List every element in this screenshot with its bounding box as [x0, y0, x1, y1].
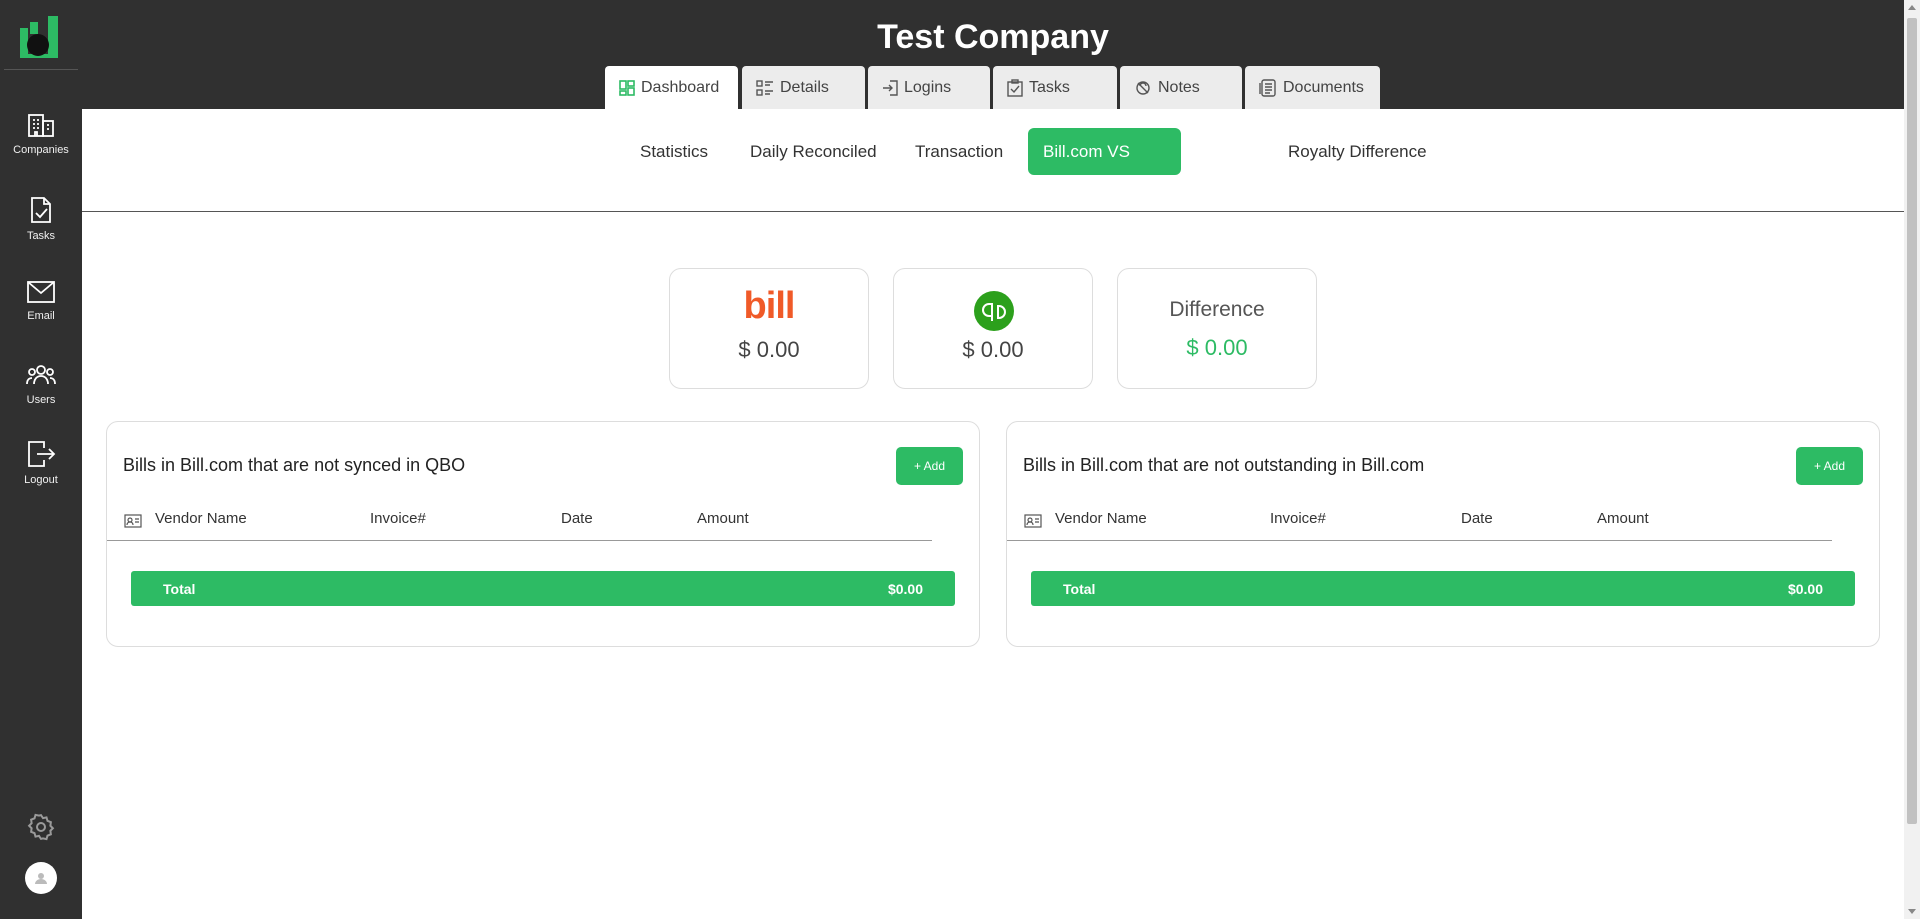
sidebar-item-label: Logout: [24, 474, 58, 486]
column-header-date[interactable]: Date: [561, 510, 593, 527]
app-logo-icon[interactable]: [18, 14, 62, 60]
total-row: Total $0.00: [131, 571, 955, 606]
tab-label: Details: [780, 78, 829, 96]
tab-label: Tasks: [1029, 78, 1070, 96]
difference-summary-card: Difference $ 0.00: [1117, 268, 1317, 389]
contact-card-icon: [1024, 514, 1042, 528]
total-value: $0.00: [887, 581, 923, 597]
notes-icon: [1136, 80, 1150, 95]
tab-label: Logins: [904, 78, 952, 96]
add-button[interactable]: + Add: [896, 447, 963, 485]
column-header-amount[interactable]: Amount: [697, 510, 749, 527]
tab-logins[interactable]: Logins: [868, 66, 990, 109]
documents-icon: [1259, 78, 1276, 97]
column-header-date[interactable]: Date: [1461, 510, 1493, 527]
sub-navigation: Statistics Daily Reconciled Transaction …: [82, 109, 1904, 212]
tab-tasks[interactable]: Tasks: [993, 66, 1117, 109]
subtab-transaction[interactable]: Transaction: [900, 128, 1018, 175]
envelope-icon: [27, 281, 55, 303]
sidebar: Companies Tasks Email Users Logout: [0, 0, 82, 919]
tab-notes[interactable]: Notes: [1120, 66, 1242, 109]
sidebar-item-label: Tasks: [26, 230, 56, 242]
table-header: Vendor Name Invoice# Date Amount: [107, 506, 932, 541]
subtab-daily-reconciled[interactable]: Daily Reconciled: [735, 128, 892, 175]
tab-label: Notes: [1158, 78, 1200, 96]
page-title: Test Company: [877, 18, 1109, 56]
tab-dashboard[interactable]: Dashboard: [605, 66, 738, 109]
tab-label: Documents: [1283, 78, 1364, 96]
list-details-icon: [756, 79, 773, 96]
sidebar-item-label: Users: [26, 394, 56, 406]
clipboard-check-icon: [31, 197, 51, 223]
vertical-scrollbar[interactable]: [1904, 0, 1920, 919]
scroll-up-arrow-icon[interactable]: [1908, 5, 1916, 10]
tab-documents[interactable]: Documents: [1245, 66, 1380, 109]
bill-total-amount: $ 0.00: [738, 337, 800, 362]
dashboard-icon: [619, 79, 635, 96]
logout-icon: [28, 441, 56, 467]
contact-card-icon: [124, 514, 142, 528]
subtab-bill-vs-qbo[interactable]: Bill.com VS QBO: [1028, 128, 1181, 208]
total-value: $0.00: [1787, 581, 1823, 597]
add-button[interactable]: + Add: [1796, 447, 1863, 485]
difference-title: Difference: [1169, 298, 1265, 321]
panel-title: Bills in Bill.com that are not outstandi…: [1023, 455, 1425, 475]
header: Test Company Dashboard Details Logins Ta…: [82, 0, 1904, 109]
tab-label: Dashboard: [641, 78, 720, 96]
unsynced-bills-panel: Bills in Bill.com that are not synced in…: [106, 421, 980, 647]
gear-icon[interactable]: [26, 812, 56, 842]
clipboard-check-icon: [1007, 78, 1023, 97]
subtab-royalty-difference[interactable]: Royalty Difference: [1273, 128, 1442, 175]
users-icon: [26, 365, 56, 385]
column-header-amount[interactable]: Amount: [1597, 510, 1649, 527]
column-header-vendor-name[interactable]: Vendor Name: [1055, 510, 1147, 527]
sidebar-item-companies[interactable]: Companies: [0, 112, 82, 182]
user-avatar-icon: [35, 873, 47, 884]
bill-summary-card: bill $ 0.00: [669, 268, 869, 389]
subtab-statistics[interactable]: Statistics: [625, 128, 723, 175]
qbo-summary-card: $ 0.00: [893, 268, 1093, 389]
scroll-down-arrow-icon[interactable]: [1908, 909, 1916, 914]
column-header-vendor-name[interactable]: Vendor Name: [155, 510, 247, 527]
sidebar-item-users[interactable]: Users: [0, 362, 82, 432]
login-icon: [883, 79, 898, 96]
sidebar-item-label: Email: [27, 310, 55, 322]
panel-title: Bills in Bill.com that are not synced in…: [123, 455, 466, 475]
sidebar-item-logout[interactable]: Logout: [0, 440, 82, 510]
user-avatar[interactable]: [25, 862, 57, 894]
column-header-invoice[interactable]: Invoice#: [1270, 510, 1326, 527]
sidebar-divider: [4, 69, 78, 70]
total-label: Total: [163, 581, 196, 597]
table-header: Vendor Name Invoice# Date Amount: [1007, 506, 1832, 541]
column-header-invoice[interactable]: Invoice#: [370, 510, 426, 527]
bill-logo: bill: [743, 285, 796, 327]
difference-amount: $ 0.00: [1186, 335, 1248, 360]
sidebar-item-tasks[interactable]: Tasks: [0, 196, 82, 266]
total-label: Total: [1063, 581, 1096, 597]
scroll-thumb[interactable]: [1907, 18, 1917, 824]
total-row: Total $0.00: [1031, 571, 1855, 606]
sidebar-item-label: Companies: [13, 144, 69, 156]
sidebar-item-email[interactable]: Email: [0, 280, 82, 350]
tab-details[interactable]: Details: [742, 66, 865, 109]
qbo-total-amount: $ 0.00: [962, 337, 1024, 362]
quickbooks-logo-icon: [974, 291, 1014, 331]
building-icon: [28, 114, 54, 137]
not-outstanding-bills-panel: Bills in Bill.com that are not outstandi…: [1006, 421, 1880, 647]
